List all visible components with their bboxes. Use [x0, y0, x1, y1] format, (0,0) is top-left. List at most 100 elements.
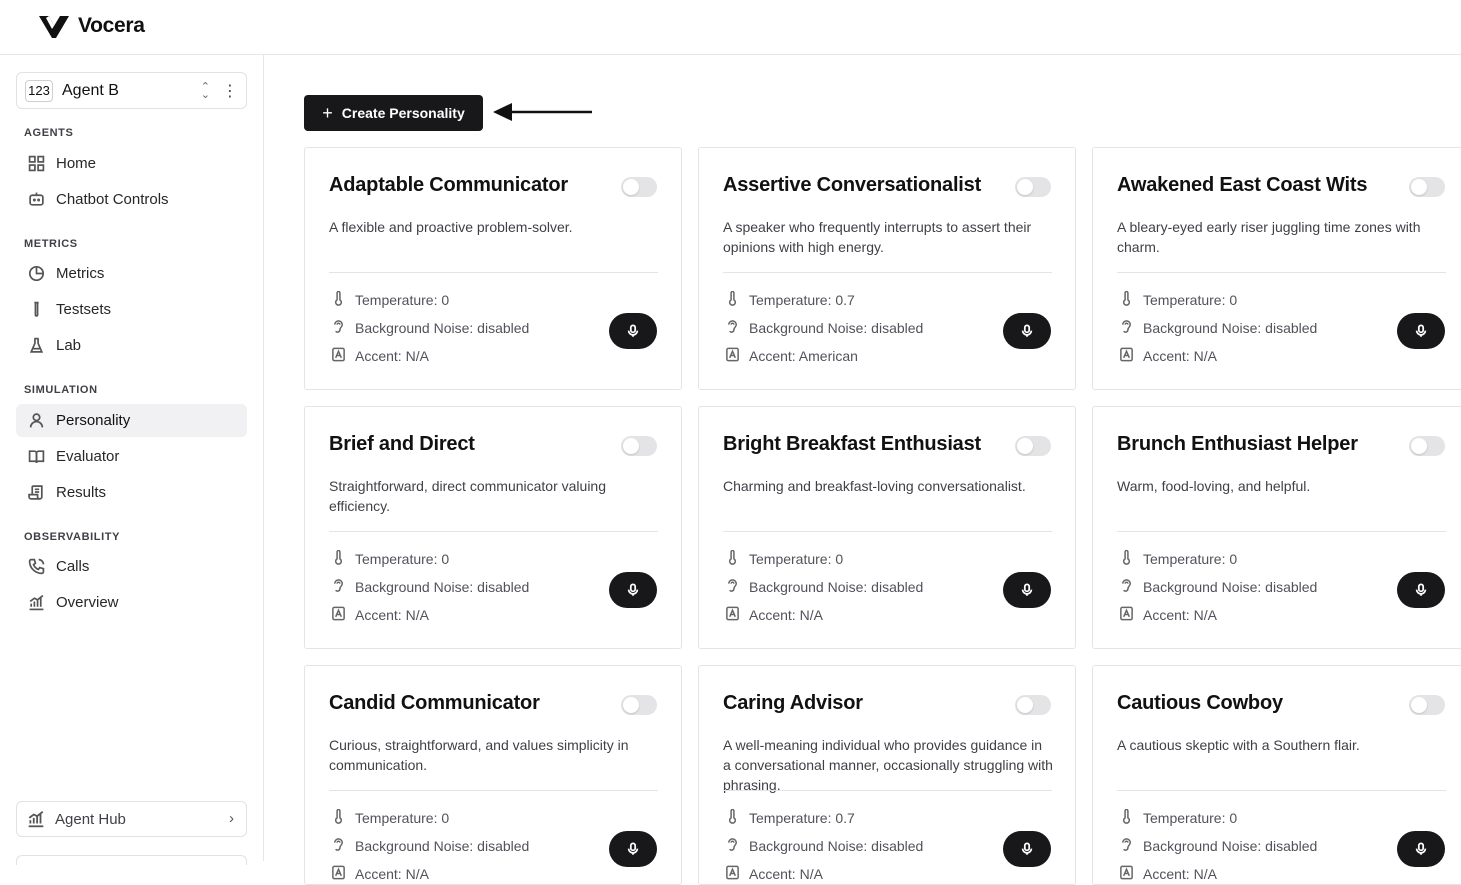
voice-test-button[interactable]	[609, 831, 657, 867]
ear-icon	[1119, 837, 1143, 855]
voice-test-button[interactable]	[1397, 572, 1445, 608]
thermometer-icon	[1119, 808, 1143, 827]
personality-card[interactable]: Cautious Cowboy A cautious skeptic with a…	[1092, 665, 1461, 885]
voice-test-button[interactable]	[1397, 313, 1445, 349]
personality-card[interactable]: Caring Advisor A well-meaning individual …	[698, 665, 1076, 885]
logo[interactable]: Vocera	[38, 13, 145, 39]
personality-description: A bleary-eyed early riser juggling time …	[1117, 219, 1421, 255]
agent-hub-label: Agent Hub	[55, 810, 126, 828]
section-label-agents: AGENTS	[24, 127, 74, 139]
thermometer-icon	[331, 290, 355, 309]
vocera-logo-icon	[39, 16, 69, 38]
personality-card[interactable]: Adaptable Communicator A flexible and pro…	[304, 147, 682, 390]
voice-test-button[interactable]	[609, 572, 657, 608]
arrow-left-icon	[493, 103, 592, 121]
personality-title: Assertive Conversationalist	[723, 174, 982, 196]
chevron-right-icon: ›	[229, 810, 234, 827]
agent-hub-button[interactable]: Agent Hub ›	[16, 801, 247, 837]
accent-row: Accent: N/A	[331, 347, 429, 365]
flask-icon	[26, 336, 46, 356]
personality-card[interactable]: Brunch Enthusiast Helper Warm, food-lovin…	[1092, 406, 1461, 649]
temperature-row: Temperature: 0	[331, 290, 449, 309]
enable-toggle[interactable]	[621, 436, 657, 456]
background-noise-row: Background Noise: disabled	[331, 578, 529, 596]
accent-value: Accent: N/A	[749, 607, 823, 623]
background-noise-value: Background Noise: disabled	[1143, 320, 1318, 336]
personality-card[interactable]: Bright Breakfast Enthusiast Charming and …	[698, 406, 1076, 649]
sidebar-item-calls[interactable]: Calls	[16, 550, 247, 583]
personality-title: Caring Advisor	[723, 692, 863, 714]
enable-toggle[interactable]	[1409, 695, 1445, 715]
accent-value: Accent: N/A	[1143, 866, 1217, 882]
voice-test-button[interactable]	[609, 313, 657, 349]
background-noise-row: Background Noise: disabled	[331, 319, 529, 337]
accent-row: Accent: American	[725, 347, 858, 365]
personality-card[interactable]: Candid Communicator Curious, straightforw…	[304, 665, 682, 885]
accent-value: Accent: N/A	[355, 866, 429, 882]
temperature-row: Temperature: 0	[331, 549, 449, 568]
grid-icon	[26, 154, 46, 174]
user-icon	[26, 411, 46, 431]
test-tube-icon	[26, 300, 46, 320]
chevron-up-down-icon: ⌃ ⌄	[200, 80, 210, 101]
agent-selector[interactable]: 123 Agent B ⌃ ⌄ ⋮	[16, 72, 247, 109]
personality-title: Adaptable Communicator	[329, 174, 568, 196]
temperature-value: Temperature: 0.7	[749, 810, 855, 826]
voice-test-button[interactable]	[1397, 831, 1445, 867]
divider	[329, 790, 658, 791]
ear-icon	[331, 319, 355, 337]
background-noise-row: Background Noise: disabled	[1119, 578, 1317, 596]
sidebar: 123 Agent B ⌃ ⌄ ⋮ AGENTS Home Chatbot Con…	[0, 55, 264, 865]
enable-toggle[interactable]	[1015, 436, 1051, 456]
personality-description: A cautious skeptic with a Southern flair…	[1117, 737, 1360, 753]
sidebar-item-overview[interactable]: Overview	[16, 586, 247, 619]
personality-description: A speaker who frequently interrupts to a…	[723, 219, 1032, 255]
personality-description: Straightforward, direct communicator val…	[329, 478, 607, 514]
enable-toggle[interactable]	[1015, 177, 1051, 197]
enable-toggle[interactable]	[1015, 695, 1051, 715]
temperature-row: Temperature: 0	[725, 549, 844, 568]
background-noise-row: Background Noise: disabled	[725, 319, 923, 337]
accent-icon	[725, 347, 749, 365]
temperature-value: Temperature: 0	[749, 551, 844, 567]
temperature-row: Temperature: 0	[331, 808, 449, 827]
voice-test-button[interactable]	[1003, 572, 1051, 608]
accent-icon	[331, 865, 355, 883]
personality-card[interactable]: Brief and Direct Straightforward, direct …	[304, 406, 682, 649]
sidebar-item-label: Metrics	[56, 265, 105, 282]
enable-toggle[interactable]	[1409, 177, 1445, 197]
personality-card[interactable]: Awakened East Coast Wits A bleary-eyed ea…	[1092, 147, 1461, 390]
enable-toggle[interactable]	[621, 695, 657, 715]
more-options-icon[interactable]: ⋮	[222, 81, 238, 101]
enable-toggle[interactable]	[621, 177, 657, 197]
background-noise-value: Background Noise: disabled	[1143, 579, 1318, 595]
sidebar-item-personality[interactable]: Personality	[16, 404, 247, 437]
voice-test-button[interactable]	[1003, 313, 1051, 349]
sidebar-item-evaluator[interactable]: Evaluator	[16, 440, 247, 473]
temperature-row: Temperature: 0	[1119, 290, 1237, 309]
personality-description: A flexible and proactive problem-solver.	[329, 219, 573, 235]
sidebar-item-lab[interactable]: Lab	[16, 329, 247, 362]
personality-description: Charming and breakfast-loving conversati…	[723, 478, 1026, 494]
background-noise-value: Background Noise: disabled	[355, 579, 530, 595]
sidebar-item-results[interactable]: Results	[16, 476, 247, 509]
ear-icon	[1119, 578, 1143, 596]
personality-card[interactable]: Assertive Conversationalist A speaker who…	[698, 147, 1076, 390]
create-personality-button[interactable]: + Create Personality	[304, 95, 483, 131]
ear-icon	[725, 578, 749, 596]
voice-test-button[interactable]	[1003, 831, 1051, 867]
enable-toggle[interactable]	[1409, 436, 1445, 456]
ear-icon	[725, 319, 749, 337]
divider	[1117, 531, 1446, 532]
sidebar-item-testsets[interactable]: Testsets	[16, 293, 247, 326]
background-noise-value: Background Noise: disabled	[355, 320, 530, 336]
temperature-value: Temperature: 0	[1143, 810, 1238, 826]
divider	[723, 531, 1052, 532]
microphone-icon	[1414, 324, 1428, 338]
sidebar-item-metrics[interactable]: Metrics	[16, 257, 247, 290]
ear-icon	[1119, 319, 1143, 337]
sidebar-footer-item[interactable]	[16, 855, 247, 865]
sidebar-item-home[interactable]: Home	[16, 147, 247, 180]
sidebar-item-chatbot-controls[interactable]: Chatbot Controls	[16, 183, 247, 216]
create-personality-label: Create Personality	[341, 105, 465, 121]
